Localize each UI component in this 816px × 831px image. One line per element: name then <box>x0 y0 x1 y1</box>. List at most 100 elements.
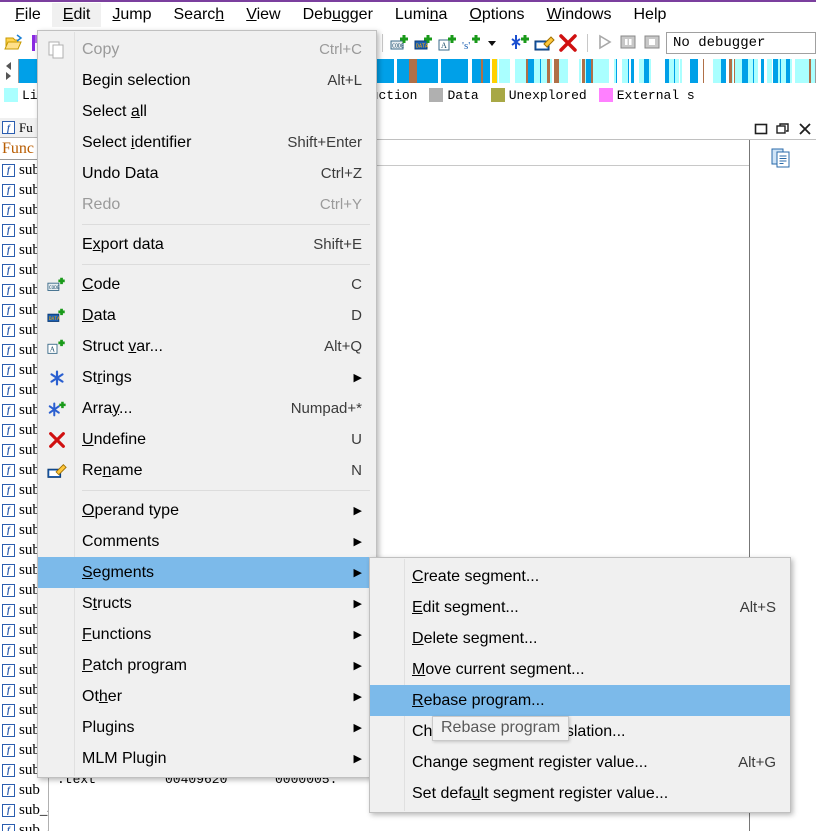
menubar-item-debugger[interactable]: Debugger <box>292 3 384 27</box>
debugger-selector[interactable]: No debugger <box>666 32 816 54</box>
menubar-item-edit[interactable]: Edit <box>51 2 102 27</box>
make-array-icon[interactable] <box>509 32 531 54</box>
menu-item-functions[interactable]: Functions ▶ <box>38 619 376 650</box>
run-icon[interactable] <box>594 32 616 54</box>
menu-item-begin-selection[interactable]: Begin selection Alt+L <box>38 65 376 96</box>
menubar-item-options[interactable]: Options <box>458 3 535 27</box>
function-icon: f <box>2 303 15 317</box>
menubar-item-search[interactable]: Search <box>163 3 236 27</box>
menu-item-other[interactable]: Other ▶ <box>38 681 376 712</box>
navband-stripe <box>811 59 815 83</box>
make-data-icon[interactable]: DATA <box>413 32 435 54</box>
menubar-item-jump[interactable]: Jump <box>101 3 162 27</box>
menu-item-copy[interactable]: Copy Ctrl+C <box>38 34 376 65</box>
menu-item-strings[interactable]: Strings ▶ <box>38 362 376 393</box>
function-icon: f <box>2 603 15 617</box>
menu-item-segments[interactable]: Segments ▶ <box>38 557 376 588</box>
function-icon: f <box>2 583 15 597</box>
submenu-arrow-icon: ▶ <box>353 505 362 517</box>
menu-item-shortcut: Ctrl+Y <box>319 196 362 213</box>
stop-icon[interactable] <box>642 32 664 54</box>
function-icon: f <box>2 503 15 517</box>
menu-item-undo-data[interactable]: Undo Data Ctrl+Z <box>38 158 376 189</box>
menu-item-select-identifier[interactable]: Select identifier Shift+Enter <box>38 127 376 158</box>
menu-item-plugins[interactable]: Plugins ▶ <box>38 712 376 743</box>
undefine-icon[interactable] <box>557 32 579 54</box>
function-list-item[interactable]: f sub_4095B0 <box>0 820 48 831</box>
pause-icon[interactable] <box>618 32 640 54</box>
function-icon: f <box>2 703 15 717</box>
submenu-arrow-icon: ▶ <box>353 753 362 765</box>
function-icon: f <box>2 323 15 337</box>
submenu-item-delete-segment[interactable]: Delete segment... <box>370 623 790 654</box>
tooltip: Rebase program <box>432 716 570 741</box>
menu-item-export-data[interactable]: Export data Shift+E <box>38 229 376 260</box>
menu-item-label: Undo Data <box>82 164 159 182</box>
undefine-icon <box>46 430 68 450</box>
function-icon: f <box>2 623 15 637</box>
function-list-item[interactable]: f sub <box>0 780 48 800</box>
copy-page-icon[interactable] <box>770 146 796 170</box>
restore-icon[interactable] <box>772 119 794 139</box>
close-icon[interactable] <box>794 119 816 139</box>
function-icon: f <box>2 203 15 217</box>
menu-item-comments[interactable]: Comments ▶ <box>38 526 376 557</box>
menu-item-shortcut: U <box>351 431 362 448</box>
menu-item-label: Segments <box>82 563 155 581</box>
menu-item-array[interactable]: Array... Numpad+* <box>38 393 376 424</box>
menu-item-rename[interactable]: Rename N <box>38 455 376 486</box>
submenu-arrow-icon: ▶ <box>353 629 362 641</box>
function-icon: f <box>2 723 15 737</box>
menu-item-operand-type[interactable]: Operand type ▶ <box>38 495 376 526</box>
menu-item-shortcut: Alt+Q <box>324 338 362 355</box>
menu-item-redo[interactable]: Redo Ctrl+Y <box>38 189 376 220</box>
navband-arrows[interactable] <box>0 58 18 84</box>
menu-item-struct-var[interactable]: A Struct var... Alt+Q <box>38 331 376 362</box>
menu-item-data[interactable]: DATA Data D <box>38 300 376 331</box>
open-folder-icon[interactable] <box>4 32 26 54</box>
menu-item-label: Select identifier <box>82 133 192 151</box>
make-ascii-icon[interactable]: A <box>437 32 459 54</box>
menubar-item-help[interactable]: Help <box>622 3 677 27</box>
dropdown-arrow-icon[interactable] <box>485 32 507 54</box>
menu-divider <box>82 490 370 491</box>
submenu-arrow-icon: ▶ <box>353 722 362 734</box>
menubar-item-windows[interactable]: Windows <box>536 3 623 27</box>
rename-icon[interactable] <box>533 32 555 54</box>
menubar-item-lumina[interactable]: Lumina <box>384 3 459 27</box>
submenu-item-label: Move current segment... <box>412 660 585 678</box>
make-code-icon[interactable]: CODE <box>389 32 411 54</box>
array-icon <box>46 399 68 419</box>
submenu-item-create-segment[interactable]: Create segment... <box>370 561 790 592</box>
submenu-item-move-current-segment[interactable]: Move current segment... <box>370 654 790 685</box>
submenu-item-set-default-segment-register-value[interactable]: Set default segment register value... <box>370 778 790 809</box>
menu-item-mlm-plugin[interactable]: MLM Plugin ▶ <box>38 743 376 774</box>
submenu-item-label: Delete segment... <box>412 629 538 647</box>
menu-item-shortcut: Alt+L <box>327 72 362 89</box>
menu-item-structs[interactable]: Structs ▶ <box>38 588 376 619</box>
submenu-item-rebase-program[interactable]: Rebase program... <box>370 685 790 716</box>
function-list-item[interactable]: f sub_409500 <box>0 800 48 820</box>
segments-submenu[interactable]: Create segment... Edit segment... Alt+S Del… <box>369 557 791 813</box>
submenu-item-label: Create segment... <box>412 567 540 585</box>
edit-dropdown-menu[interactable]: Copy Ctrl+C Begin selection Alt+L Select all… <box>37 30 377 778</box>
submenu-item-change-segment-register-value[interactable]: Change segment register value... Alt+G <box>370 747 790 778</box>
menu-item-label: Export data <box>82 235 164 253</box>
menu-item-shortcut: Shift+E <box>313 236 362 253</box>
menubar-item-view[interactable]: View <box>235 3 291 27</box>
submenu-arrow-icon: ▶ <box>353 660 362 672</box>
menu-item-patch-program[interactable]: Patch program ▶ <box>38 650 376 681</box>
submenu-item-edit-segment[interactable]: Edit segment... Alt+S <box>370 592 790 623</box>
function-icon: f <box>2 443 15 457</box>
rename-icon <box>46 461 68 481</box>
menu-item-undefine[interactable]: Undefine U <box>38 424 376 455</box>
menubar-item-file[interactable]: File <box>4 3 52 27</box>
legend-swatch <box>429 88 444 102</box>
menu-item-select-all[interactable]: Select all <box>38 96 376 127</box>
make-struct-icon[interactable]: 's' <box>461 32 483 54</box>
submenu-item-label: Edit segment... <box>412 598 519 616</box>
svg-text:DATA: DATA <box>49 316 60 322</box>
menu-item-shortcut: Shift+Enter <box>287 134 362 151</box>
menu-item-code[interactable]: CODE Code C <box>38 269 376 300</box>
minimize-icon[interactable] <box>750 119 772 139</box>
